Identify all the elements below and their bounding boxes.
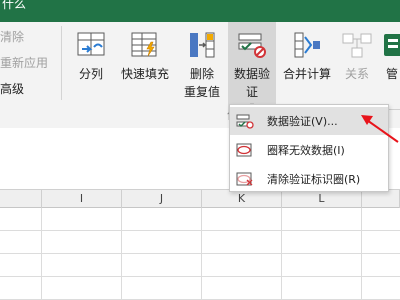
text-to-columns-icon xyxy=(77,32,105,56)
circle-invalid-icon xyxy=(236,143,252,157)
menu-item-label: 圈释无效数据(I) xyxy=(267,144,345,157)
manage-data-model-label: 管 xyxy=(386,67,399,81)
flash-fill-icon xyxy=(131,32,157,57)
text-to-columns-label: 分列 xyxy=(78,67,103,81)
worksheet-grid[interactable] xyxy=(0,208,400,300)
clear-filter-button[interactable]: 清除 xyxy=(0,28,24,45)
relationships-icon xyxy=(342,33,372,58)
data-validation-label-text: 数据验 证 xyxy=(233,67,270,99)
advanced-filter-button[interactable]: 高级 xyxy=(0,80,24,97)
menu-item-clear-validation-circles[interactable]: 清除验证标识圈(R) xyxy=(230,165,388,193)
data-validation-icon xyxy=(236,114,254,129)
column-header-j[interactable]: J xyxy=(122,190,202,208)
window-title: 什么 xyxy=(2,0,27,11)
annotation-arrow-icon xyxy=(361,115,399,143)
menu-item-label: 数据验证(V)... xyxy=(267,115,338,128)
data-validation-icon xyxy=(238,33,266,58)
flash-fill-label: 快速填充 xyxy=(120,67,169,81)
remove-duplicates-icon xyxy=(190,32,215,58)
column-header-partial[interactable] xyxy=(0,190,42,208)
remove-duplicates-label: 删除 重复值 xyxy=(183,67,220,99)
group-separator xyxy=(61,26,62,100)
title-bar: 什么 xyxy=(0,0,400,22)
manage-data-model-icon xyxy=(384,34,400,56)
consolidate-label: 合并计算 xyxy=(282,67,331,81)
remove-duplicates-button[interactable]: 删除 重复值 xyxy=(176,22,228,120)
clear-circles-icon xyxy=(236,172,253,186)
menu-item-label: 清除验证标识圈(R) xyxy=(267,173,361,186)
column-header-i[interactable]: I xyxy=(42,190,122,208)
text-to-columns-button[interactable]: 分列 xyxy=(68,22,114,120)
reapply-filter-button[interactable]: 重新应用 xyxy=(0,54,48,71)
consolidate-icon xyxy=(294,32,320,58)
relationships-label: 关系 xyxy=(344,67,369,81)
flash-fill-button[interactable]: 快速填充 xyxy=(114,22,176,120)
